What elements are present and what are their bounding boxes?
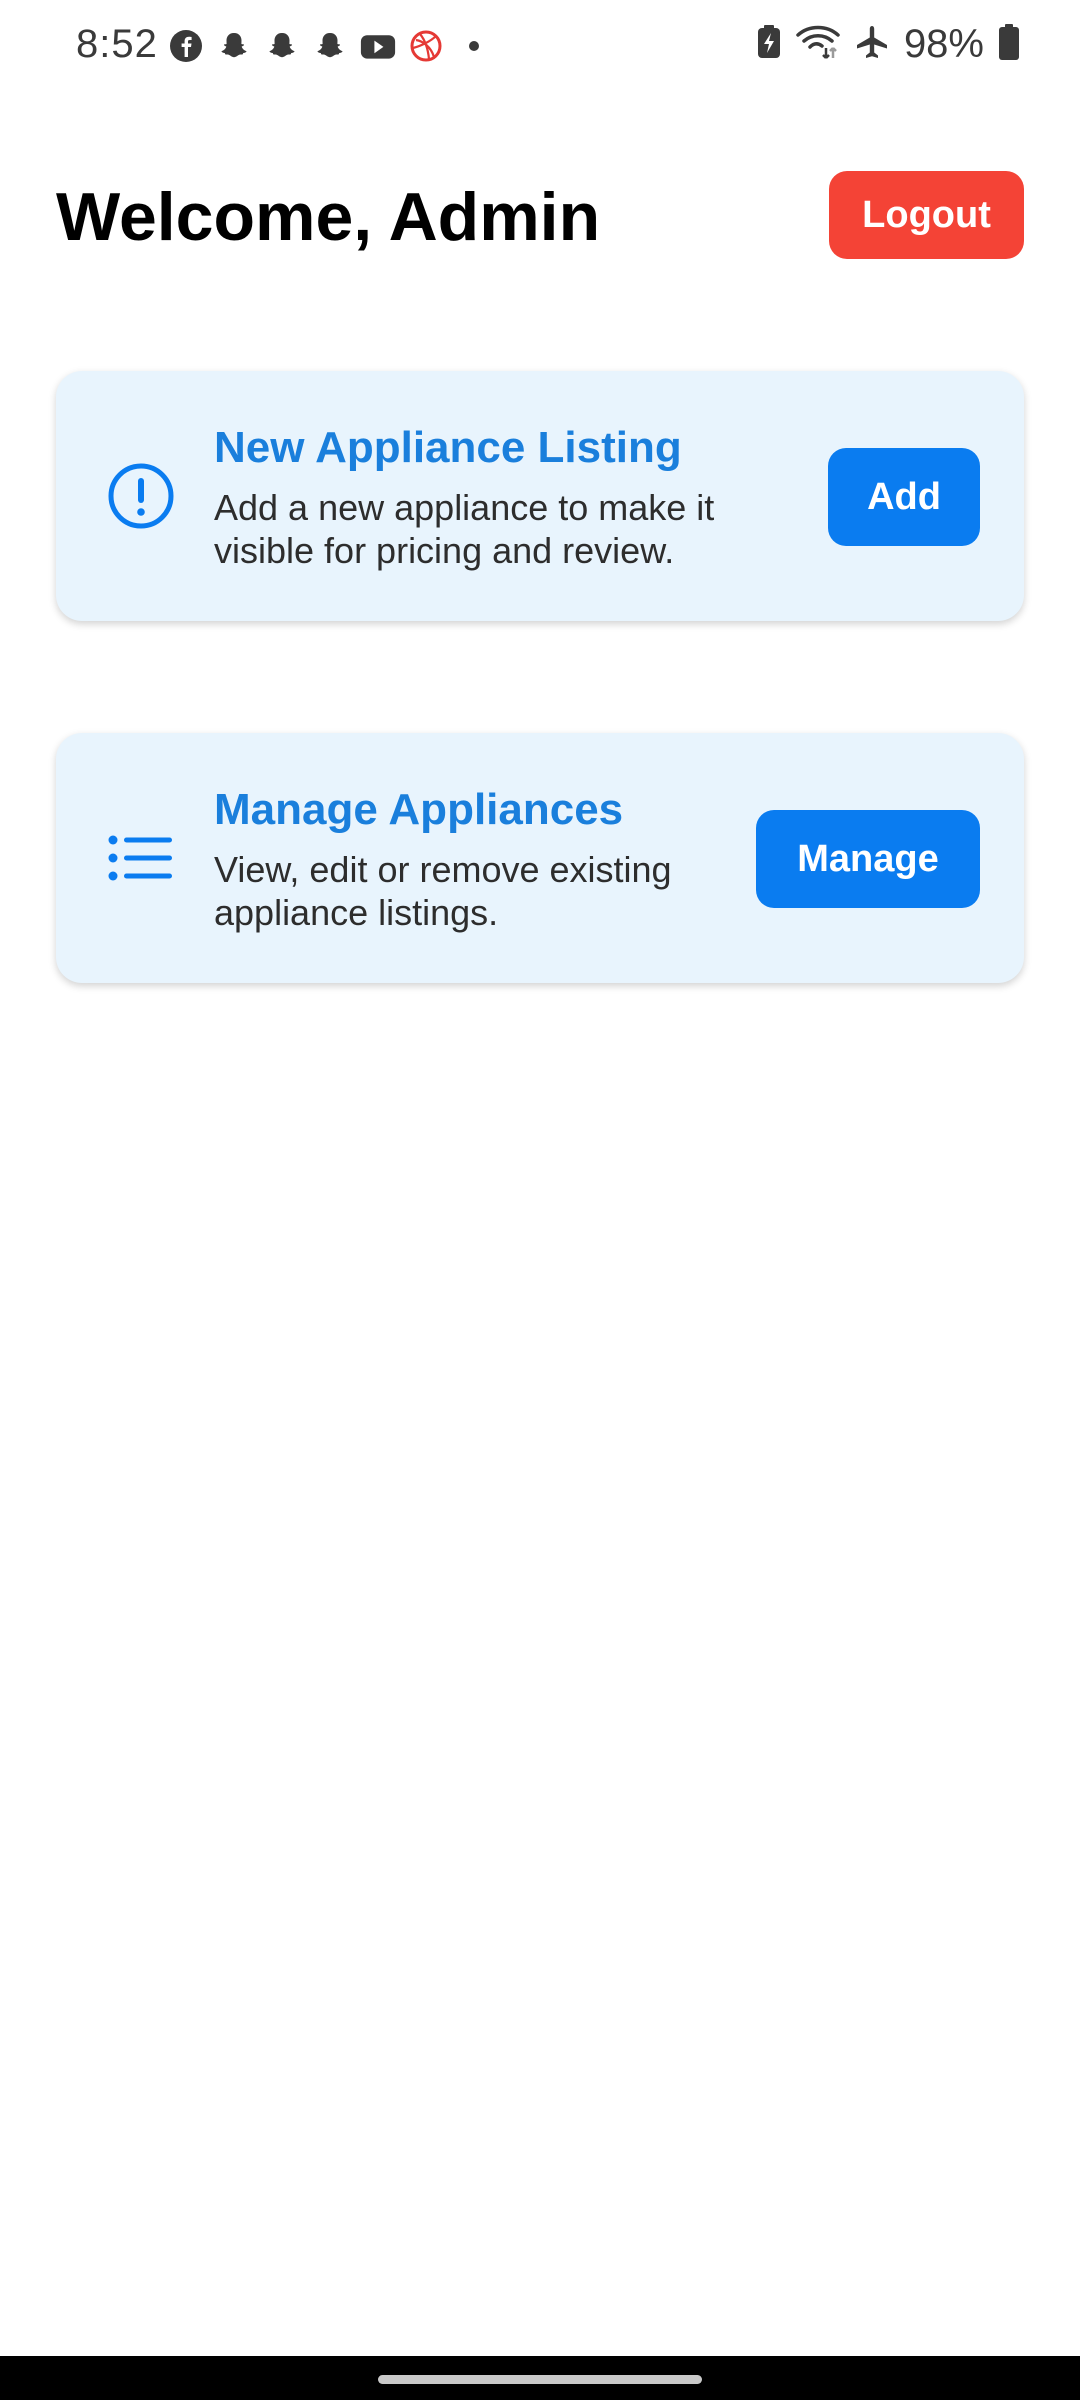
manage-appliances-card: Manage Appliances View, edit or remove e… [56, 733, 1024, 983]
battery-icon [998, 23, 1020, 66]
navigation-bar [0, 2356, 1080, 2400]
dribbble-icon [408, 28, 444, 64]
battery-percentage: 98% [903, 22, 984, 66]
status-bar: 8:52 98% [0, 0, 1080, 92]
snapchat-icon [216, 28, 252, 64]
facebook-icon [168, 28, 204, 64]
alert-circle-icon [104, 459, 178, 533]
status-time: 8:52 [76, 22, 158, 66]
battery-saver-icon [756, 24, 782, 65]
logout-button[interactable]: Logout [829, 171, 1024, 259]
system-icons: 98% [756, 22, 1020, 67]
notification-icons [168, 28, 492, 64]
manage-appliances-button[interactable]: Manage [756, 810, 980, 908]
wifi-icon [796, 24, 840, 65]
add-appliance-button[interactable]: Add [828, 448, 980, 546]
youtube-icon [360, 28, 396, 64]
card-title: Manage Appliances [214, 785, 624, 834]
list-icon [104, 821, 178, 895]
new-appliance-listing-card: New Appliance Listing Add a new applianc… [56, 371, 1024, 621]
card-title: New Appliance Listing [214, 423, 682, 472]
home-indicator[interactable] [378, 2375, 702, 2384]
card-description: View, edit or remove existing appliance … [214, 849, 672, 933]
snapchat-icon [312, 28, 348, 64]
snapchat-icon [264, 28, 300, 64]
dot-icon [456, 28, 492, 64]
card-description: Add a new appliance to make it visible f… [214, 487, 715, 571]
page-title: Welcome, Admin [56, 179, 601, 255]
airplane-icon [854, 24, 890, 65]
